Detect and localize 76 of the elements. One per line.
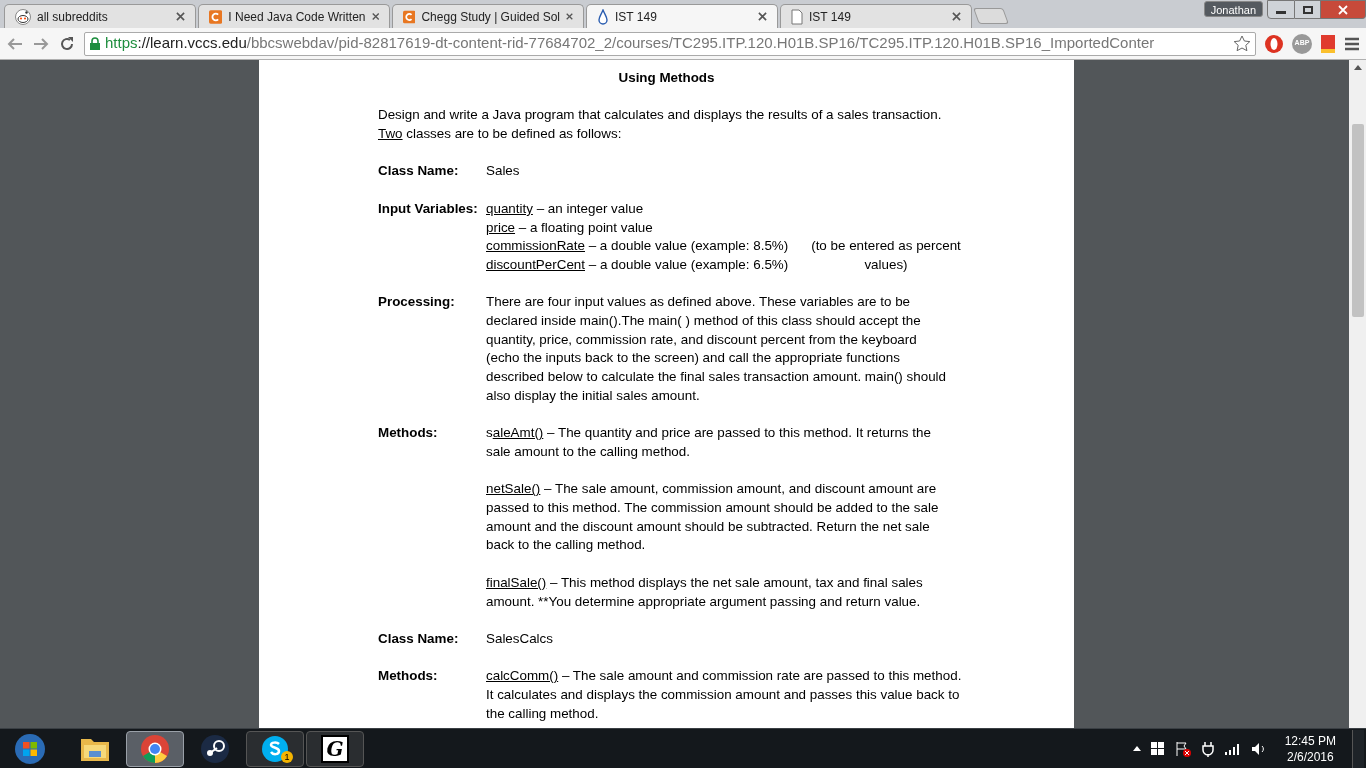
- variable-definition: commissionRate – a double value (example: 8.5%): [486, 237, 789, 256]
- close-icon[interactable]: [371, 12, 379, 21]
- paragraph: SalesCalcs: [486, 629, 553, 648]
- scrollbar-thumb[interactable]: [1351, 124, 1364, 317]
- paragraph: saleAmt() – The quantity and price are passed to this method. It returns the sale amount to the calling method.: [486, 424, 931, 461]
- signal-icon[interactable]: [1224, 742, 1241, 755]
- extension-icon[interactable]: [1264, 33, 1284, 54]
- g-app-logo: G: [321, 734, 349, 763]
- note-text: values): [864, 256, 908, 274]
- c-logo-icon: [403, 8, 416, 25]
- skype-icon: [260, 733, 290, 764]
- lock-icon: [89, 36, 101, 51]
- windows-flag-icon[interactable]: [1150, 741, 1165, 756]
- browser-tab[interactable]: all subreddits: [4, 4, 196, 28]
- tab-title: all subreddits: [37, 8, 109, 26]
- menu-icon[interactable]: [1344, 36, 1360, 51]
- close-icon[interactable]: [566, 12, 573, 21]
- section-label: Class Name:: [378, 163, 459, 179]
- section-label: Methods:: [378, 425, 438, 441]
- clock-date: 2/6/2016: [1286, 748, 1334, 765]
- tab-title: IST 149: [615, 8, 658, 26]
- power-plug-icon[interactable]: [1200, 740, 1215, 757]
- clock-time: 12:45 PM: [1284, 732, 1336, 749]
- close-icon[interactable]: [176, 12, 185, 21]
- paragraph: Design and write a Java program that calculates and displays the results of a sales transaction. Two classes are to be defined as follows:: [378, 106, 942, 144]
- paragraph: Sales: [486, 162, 520, 181]
- windows-logo-icon: [14, 732, 46, 765]
- page-icon: [791, 8, 803, 25]
- variable-definition: discountPerCent – a double value (example: 6.5%): [486, 256, 789, 274]
- minimize-button[interactable]: [1267, 0, 1295, 19]
- paragraph: finalSale() – This method displays the net sale amount, tax and final sales amount. **You determine appropriate argument passing and return value.: [486, 573, 923, 611]
- browser-tab[interactable]: IST 149: [780, 4, 972, 28]
- tab-title: I Need Java Code Written: [228, 8, 366, 26]
- restore-button[interactable]: [1295, 0, 1321, 19]
- scroll-up-icon[interactable]: [1353, 64, 1362, 70]
- close-icon[interactable]: [952, 12, 961, 21]
- close-window-button[interactable]: [1321, 0, 1366, 19]
- taskbar-app-button[interactable]: G: [306, 730, 364, 767]
- document-heading: Using Methods: [618, 69, 715, 87]
- clock[interactable]: 12:45 PM 2/6/2016: [1276, 732, 1344, 765]
- browser-tab[interactable]: IST 149: [586, 4, 778, 28]
- drop-icon: [597, 8, 609, 25]
- action-center-icon[interactable]: [1174, 740, 1191, 757]
- c-logo-icon: [209, 8, 223, 25]
- alien-icon: [15, 8, 31, 25]
- tab-title: Chegg Study | Guided Sol: [421, 8, 560, 26]
- variable-definition: quantity – an integer value: [486, 199, 644, 218]
- close-icon[interactable]: [758, 12, 767, 21]
- bookmark-icon[interactable]: [1320, 33, 1336, 54]
- steam-icon: [200, 733, 230, 764]
- show-hidden-icons-icon[interactable]: [1132, 746, 1141, 751]
- note-text: (to be entered as percent: [811, 237, 961, 256]
- section-label: Methods:: [378, 668, 438, 684]
- section-label: Input Variables:: [378, 200, 478, 216]
- address-bar[interactable]: https://learn.vccs.edu/bbcswebdav/pid-82817619-dt-content-rid-77684702_2/courses/TC295.ITP.120.H01B.SP16/TC295.ITP.120.H01B.SP16_ImportedConter: [84, 31, 1256, 56]
- taskbar-app-button[interactable]: 1: [246, 730, 304, 767]
- back-icon[interactable]: [6, 35, 24, 52]
- taskbar-app-button[interactable]: [126, 730, 184, 767]
- paragraph: netSale() – The sale amount, commission amount, and discount amount are passed to this method. The commission amount should be added to the sale amount and the discount amount should be subtracted. Return the net sale back to the calling method.: [486, 480, 939, 555]
- tab-title: IST 149: [809, 8, 852, 26]
- forward-icon[interactable]: [32, 35, 50, 52]
- paragraph: calcComm() – The sale amount and commission rate are passed to this method. It calculates and displays the commission amount and passes this value back to the calling method.: [486, 667, 962, 723]
- scrollbar[interactable]: [1349, 60, 1366, 728]
- url-text: https://learn.vccs.edu/bbcswebdav/pid-82817619-dt-content-rid-77684702_2/courses/TC295.ITP.120.H01B.SP16/TC295.ITP.120.H01B.SP16_ImportedConter: [105, 33, 1156, 54]
- paragraph: There are four input values as defined above. These variables are to be declared inside main().The main( ) method of this class should accept the quantity, price, commission rate, and discount percent from the keyboard (echo the inputs back to the screen) and call the appropriate functions described below to calculate the final sales transaction amount. main() should also display the initial sales amount.: [486, 293, 946, 405]
- browser-tab[interactable]: I Need Java Code Written: [198, 4, 390, 28]
- star-icon[interactable]: [1233, 34, 1251, 53]
- section-label: Class Name:: [378, 630, 459, 646]
- speaker-icon[interactable]: [1250, 741, 1267, 756]
- section-label: Processing:: [378, 294, 455, 310]
- chrome-icon: [140, 733, 170, 764]
- reload-icon[interactable]: [58, 34, 76, 53]
- variable-definition: price – a floating point value: [486, 218, 653, 237]
- profile-name[interactable]: Jonathan: [1203, 1, 1263, 17]
- browser-tab[interactable]: Chegg Study | Guided Sol: [392, 4, 584, 28]
- show-desktop-button[interactable]: [1352, 729, 1364, 768]
